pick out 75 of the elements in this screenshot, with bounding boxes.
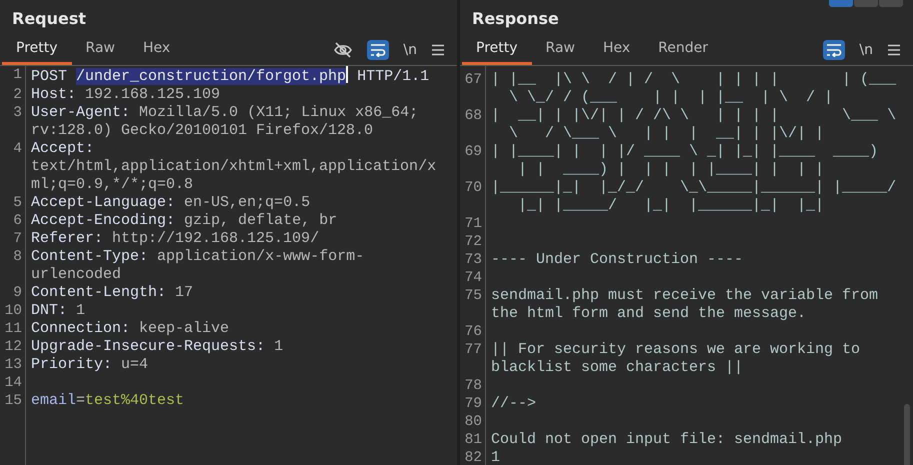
line-number: 74	[464, 270, 482, 286]
code-line: DNT: 1	[31, 302, 86, 320]
line-number: 12	[4, 339, 22, 355]
panel-title: Response	[471, 8, 560, 30]
line-number: 3	[13, 105, 22, 121]
line-number: 14	[4, 375, 22, 391]
scrollbar-thumb[interactable]	[904, 404, 910, 465]
line-number: 78	[464, 378, 482, 394]
line-number: 68	[464, 108, 482, 124]
code-line: Could not open input file: sendmail.php	[491, 431, 844, 449]
line-number: 81	[464, 432, 482, 448]
newline-toggle-button[interactable]: \n	[403, 42, 417, 58]
code-line: POST /under_construction/forgot.php HTTP/1.1	[31, 66, 430, 86]
line-number: 9	[13, 285, 22, 301]
code-line: Connection: keep-alive	[31, 320, 230, 338]
line-number: 72	[464, 234, 482, 250]
line-number: 15	[4, 393, 22, 409]
menu-icon[interactable]	[887, 44, 901, 56]
line-number: 67	[464, 72, 482, 88]
line-number: 79	[464, 396, 482, 412]
code-line: email=test%40test	[31, 392, 186, 410]
line-number: 77	[464, 342, 482, 358]
word-wrap-button[interactable]	[367, 40, 390, 60]
line-number: 8	[13, 249, 22, 265]
code-line: 1	[491, 449, 502, 465]
panel-title: Request	[11, 8, 88, 30]
line-number: 71	[464, 216, 482, 232]
code-line: || For security reasons we are working to blacklist some characters ||	[491, 341, 862, 377]
view-tab[interactable]: Hex	[588, 34, 644, 65]
line-number: 6	[13, 213, 22, 229]
code-line: Content-Length: 17	[31, 284, 194, 302]
code-line: sendmail.php must receive the variable from the html form and send the message.	[491, 287, 880, 323]
line-number: 7	[13, 231, 22, 247]
view-tab[interactable]: Hex	[128, 34, 184, 65]
newline-toggle-button[interactable]: \n	[859, 42, 873, 58]
line-number: 2	[13, 87, 22, 103]
line-number: 10	[4, 303, 22, 319]
view-tab[interactable]: Pretty	[2, 34, 72, 65]
ascii-art-line: |______|_| |_/_/ \_\_____|______| |_____/	[491, 179, 896, 197]
line-number: 1	[13, 67, 22, 83]
view-tab[interactable]: Raw	[72, 34, 129, 65]
line-number: 5	[13, 195, 22, 211]
code-line: Accept-Encoding: gzip, deflate, br	[31, 212, 338, 230]
line-number: 76	[464, 324, 482, 340]
line-number: 70	[464, 180, 482, 196]
view-tab[interactable]: Render	[644, 34, 722, 65]
word-wrap-button[interactable]	[823, 40, 846, 60]
eye-slash-icon[interactable]	[333, 40, 354, 58]
line-number: 4	[13, 141, 22, 157]
code-line: Referer: http://192.168.125.109/	[31, 230, 320, 248]
ascii-art-line: \ / \___ \ | | | __| | |\/| |	[508, 125, 826, 143]
code-line: User-Agent: Mozilla/5.0 (X11; Linux x86_64; rv:128.0) Gecko/20100101 Firefox/128.0	[31, 104, 420, 140]
ascii-art-line: | __| | |\/| | / /\ \ | | | | \___ \	[491, 107, 896, 125]
code-line: ---- Under Construction ----	[491, 251, 744, 269]
menu-icon[interactable]	[431, 44, 445, 56]
code-line: Accept-Language: en-US,en;q=0.5	[31, 194, 312, 212]
code-line: Upgrade-Insecure-Requests: 1	[31, 338, 284, 356]
view-tab[interactable]: Raw	[532, 34, 589, 65]
line-number: 13	[4, 357, 22, 373]
line-number: 75	[464, 288, 482, 304]
line-number: 69	[464, 144, 482, 160]
code-line: Priority: u=4	[31, 356, 150, 374]
code-line: Content-Type: application/x-www-form-urlencoded	[31, 248, 366, 284]
code-line: //-->	[491, 395, 538, 413]
ascii-art-line: | |__ |\ \ / | / \ | | | | | (___	[491, 71, 896, 89]
line-number: 73	[464, 252, 482, 268]
ascii-art-line: | | ____) | | | | |____| | | |	[517, 161, 826, 179]
line-number: 11	[4, 321, 22, 337]
ascii-art-line: | |____| | | |/ ____ \ _| |_| |____ ____)	[491, 143, 878, 161]
ascii-art-line: |_| |_____/ |_| |______|_| |_|	[517, 197, 826, 215]
ascii-art-line: \ \_/ / (___ | | | |__ | \ / |	[508, 89, 834, 107]
view-tab[interactable]: Pretty	[462, 34, 532, 65]
code-line: Host: 192.168.125.109	[31, 86, 222, 104]
line-number: 82	[464, 450, 482, 465]
line-number: 80	[464, 414, 482, 430]
